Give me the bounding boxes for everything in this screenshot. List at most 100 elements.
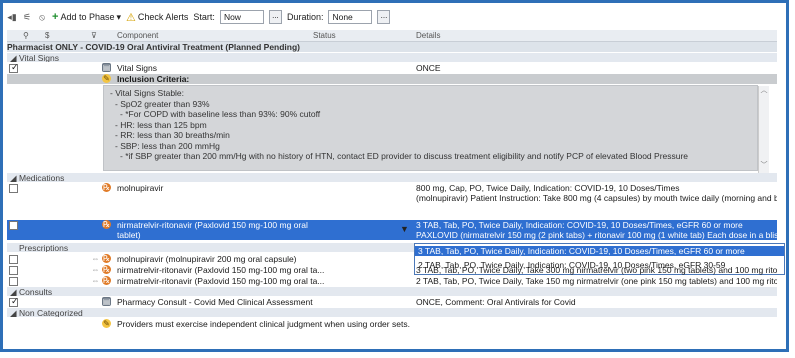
medication-icon: ℞	[102, 254, 111, 263]
dropdown-option[interactable]: 3 TAB, Tab, PO, Twice Daily, Indication:…	[415, 246, 784, 256]
link-arrows-icon: ⇔	[91, 276, 100, 285]
medication-icon: ℞	[102, 183, 111, 192]
order-checkbox[interactable]	[9, 277, 18, 286]
note-line: - Vital Signs Stable:	[110, 88, 185, 98]
inclusion-criteria-note: - Vital Signs Stable: - SpO2 greater tha…	[103, 85, 769, 173]
toolbar: ◂▮ ⚟ ⦸ + Add to Phase ▾ ⚠ Check Alerts S…	[7, 7, 782, 27]
order-grid: ⚲ $ ⊽ Component Status Details Pharmacis…	[7, 30, 785, 348]
note-line: - HR: less than 125 bpm	[115, 119, 207, 130]
group-label: Vital Signs	[19, 53, 60, 62]
scroll-up-icon[interactable]: ︿	[759, 86, 769, 97]
inclusion-header-row: ✎ Inclusion Criteria:	[7, 74, 777, 84]
component-text: Vital Signs	[117, 63, 158, 73]
checkmark-icon: ✓	[11, 297, 19, 306]
order-checkbox[interactable]	[9, 266, 18, 275]
duration-picker-button[interactable]: ...	[377, 10, 391, 24]
details-dropdown-arrow-icon[interactable]: ▼	[400, 224, 410, 236]
group-vital-signs[interactable]: ◢ Vital Signs	[7, 53, 777, 62]
details-text: ONCE, Comment: Oral Antivirals for Covid	[416, 297, 576, 307]
add-to-phase-label: Add to Phase	[60, 12, 115, 22]
order-row-molnupiravir[interactable]: ℞ molnupiravir 800 mg, Cap, PO, Twice Da…	[7, 183, 777, 203]
details-text-2: (molnupiravir) Patient Instruction: Take…	[416, 193, 777, 203]
cancel-icon[interactable]: ⦸	[37, 12, 47, 22]
component-text-2: tablet)	[117, 230, 141, 240]
scroll-down-icon[interactable]: ﹀	[759, 161, 769, 172]
note-line: - *if SBP greater than 200 mm/Hg with no…	[120, 151, 689, 161]
note-text: Providers must exercise independent clin…	[117, 319, 410, 329]
details-text: 2 TAB, Tab, PO, Twice Daily, Take 150 mg…	[416, 276, 777, 286]
duration-input[interactable]: None	[328, 10, 373, 24]
rx-row-3[interactable]: ⇔ ℞ nirmatrelvir-ritonavir (Paxlovid 150…	[7, 276, 777, 286]
details-text: 3 TAB, Tab, PO, Twice Daily, Indication:…	[416, 220, 743, 230]
order-doc-icon: ▤	[102, 297, 111, 306]
orderset-window: ◂▮ ⚟ ⦸ + Add to Phase ▾ ⚠ Check Alerts S…	[0, 0, 789, 352]
note-line: - SBP: less than 200 mmHg	[115, 140, 220, 151]
order-row-vital-signs[interactable]: ✓ ▤ Vital Signs ONCE	[7, 63, 777, 73]
medication-icon: ℞	[102, 220, 111, 229]
grid-header: ⚲ $ ⊽ Component Status Details	[7, 30, 777, 42]
details-text: 800 mg, Cap, PO, Twice Daily, Indication…	[416, 183, 680, 193]
collapse-triangle-icon[interactable]: ◢	[10, 173, 17, 182]
collapse-triangle-icon[interactable]: ◢	[10, 287, 17, 296]
inclusion-title: Inclusion Criteria:	[117, 74, 190, 84]
warning-icon: ⚠	[126, 11, 136, 24]
start-label: Start:	[193, 12, 215, 22]
details-text: 3 TAB, Tab, PO, Twice Daily, Take 300 mg…	[416, 265, 777, 275]
rx-row-1[interactable]: ⇔ ℞ molnupiravir (molnupiravir 200 mg or…	[7, 254, 412, 264]
group-label: Non Categorized	[19, 308, 83, 317]
status-column-header[interactable]: Status	[313, 31, 336, 40]
note-icon: ✎	[102, 319, 111, 328]
medication-icon: ℞	[102, 276, 111, 285]
dropdown-caret-icon: ▾	[116, 11, 122, 22]
component-text: molnupiravir	[117, 183, 164, 193]
group-non-categorized[interactable]: ◢ Non Categorized	[7, 308, 777, 317]
component-text: nirmatrelvir-ritonavir (Paxlovid 150 mg-…	[117, 276, 325, 286]
group-label: Medications	[19, 173, 65, 182]
hierarchy-icon[interactable]: ⚟	[22, 12, 32, 22]
order-doc-icon: ▤	[102, 63, 111, 72]
medication-icon: ℞	[102, 265, 111, 274]
order-row-paxlovid[interactable]: ℞ nirmatrelvir-ritonavir (Paxlovid 150 m…	[7, 220, 777, 240]
checkmark-icon: ✓	[11, 63, 19, 72]
note-row-clinical-judgment: ✎ Providers must exercise independent cl…	[7, 319, 777, 329]
order-checkbox[interactable]	[9, 221, 18, 230]
rx-row-2[interactable]: ⇔ ℞ nirmatrelvir-ritonavir (Paxlovid 150…	[7, 265, 777, 275]
details-text: ONCE	[416, 63, 441, 73]
group-label: Prescriptions	[19, 243, 69, 252]
dollar-column-header[interactable]: $	[45, 31, 49, 40]
group-consults[interactable]: ◢ Consults	[7, 287, 777, 296]
check-alerts-label: Check Alerts	[137, 12, 189, 22]
collapse-triangle-icon[interactable]: ◢	[10, 308, 17, 317]
collapse-triangle-icon[interactable]: ◢	[10, 53, 17, 62]
component-text: molnupiravir (molnupiravir 200 mg oral c…	[117, 254, 297, 264]
order-checkbox[interactable]	[9, 184, 18, 193]
filter-icon[interactable]: ⊽	[91, 31, 97, 40]
add-to-phase-button[interactable]: + Add to Phase ▾	[52, 11, 121, 23]
check-alerts-button[interactable]: ⚠ Check Alerts	[126, 11, 188, 24]
note-line: - SpO2 greater than 93%	[115, 98, 210, 109]
details-text-2: PAXLOVID (nirmatrelvir 150 mg (2 pink ta…	[416, 230, 777, 240]
plan-title-row[interactable]: Pharmacist ONLY - COVID-19 Oral Antivira…	[7, 42, 777, 52]
start-input[interactable]: Now	[219, 10, 264, 24]
link-arrows-icon: ⇔	[91, 265, 100, 274]
group-label: Consults	[19, 287, 53, 296]
plus-icon: +	[52, 11, 59, 23]
details-column-header[interactable]: Details	[416, 31, 440, 40]
reconcile-column-icon: ⚲	[23, 31, 29, 40]
start-picker-button[interactable]: ...	[268, 10, 282, 24]
note-line: - *For COPD with baseline less than 93%:…	[120, 109, 321, 119]
link-arrows-icon: ⇔	[91, 254, 100, 263]
note-line: - RR: less than 30 breaths/min	[115, 130, 230, 140]
group-medications[interactable]: ◢ Medications	[7, 173, 777, 182]
component-column-header[interactable]: Component	[117, 31, 158, 40]
order-checkbox[interactable]	[9, 255, 18, 264]
component-text: Pharmacy Consult - Covid Med Clinical As…	[117, 297, 313, 307]
order-row-pharmacy-consult[interactable]: ✓ ▤ Pharmacy Consult - Covid Med Clinica…	[7, 297, 777, 307]
component-text: nirmatrelvir-ritonavir (Paxlovid 150 mg-…	[117, 220, 308, 230]
plan-title: Pharmacist ONLY - COVID-19 Oral Antivira…	[7, 42, 301, 52]
note-icon: ✎	[102, 74, 111, 83]
component-text: nirmatrelvir-ritonavir (Paxlovid 150 mg-…	[117, 265, 325, 275]
note-scrollbar[interactable]: ︿ ﹀	[758, 86, 769, 173]
expand-toggle-icon[interactable]: ◂▮	[7, 12, 17, 22]
duration-label: Duration:	[286, 12, 324, 22]
